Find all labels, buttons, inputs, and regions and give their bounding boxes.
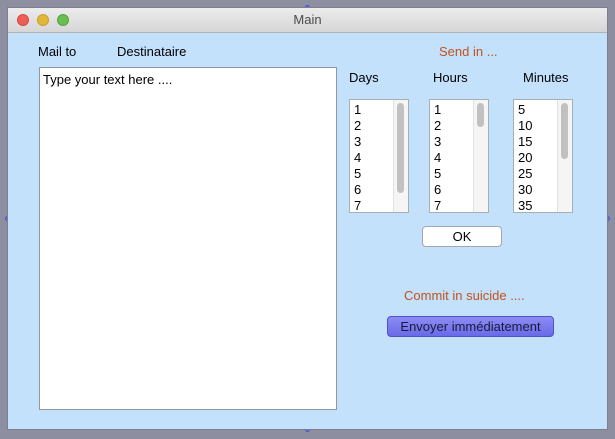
hours-scroll-thumb[interactable] [477, 103, 484, 127]
days-scroll-thumb[interactable] [397, 103, 404, 193]
minutes-listbox[interactable]: 5 10 15 20 25 30 35 [513, 99, 573, 213]
days-scrollbar[interactable] [393, 100, 408, 212]
destinataire-label: Destinataire [117, 44, 187, 59]
days-label: Days [349, 70, 379, 85]
minutes-scroll-thumb[interactable] [561, 103, 568, 159]
hours-listbox[interactable]: 1 2 3 4 5 6 7 [429, 99, 489, 213]
window-title: Main [293, 12, 322, 27]
days-listbox[interactable]: 1 2 3 4 5 6 7 [349, 99, 409, 213]
title-bar: Main [8, 8, 607, 33]
ok-button[interactable]: OK [422, 226, 502, 247]
hours-label: Hours [433, 70, 468, 85]
send-now-button[interactable]: Envoyer immédiatement [387, 316, 554, 337]
minutes-label: Minutes [523, 70, 569, 85]
mail-to-label: Mail to [38, 44, 77, 59]
minutes-scrollbar[interactable] [557, 100, 572, 212]
send-in-label: Send in ... [439, 44, 498, 59]
commit-label: Commit in suicide .... [404, 288, 525, 303]
message-textarea[interactable]: Type your text here .... [39, 67, 337, 410]
main-window: Main Mail to Destinataire Send in ... Ty… [7, 7, 608, 430]
hours-scrollbar[interactable] [473, 100, 488, 212]
